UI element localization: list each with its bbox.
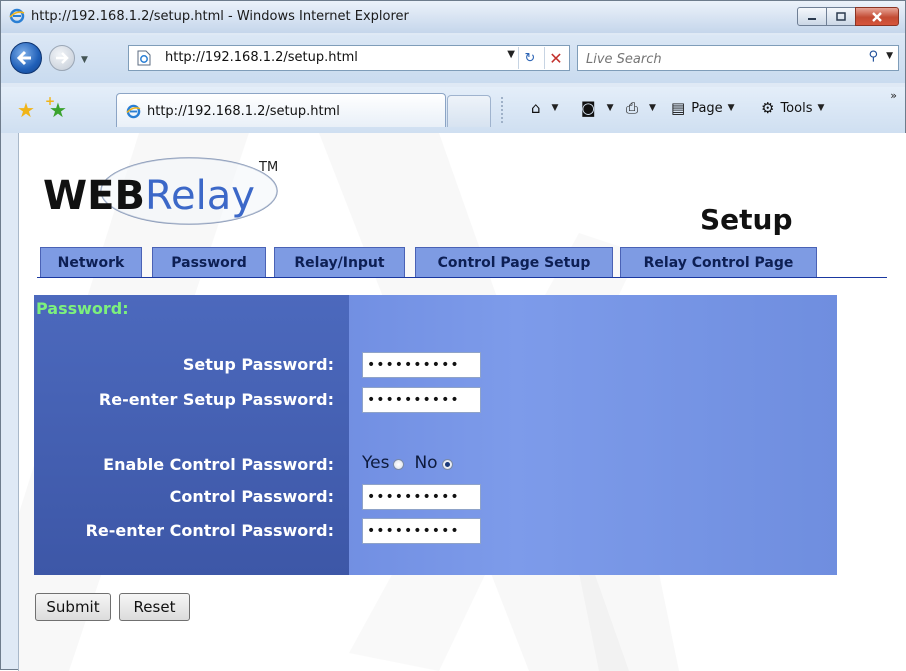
tab-relay-input[interactable]: Relay/Input xyxy=(274,247,405,277)
close-window-button[interactable] xyxy=(855,7,899,26)
feeds-dropdown-icon[interactable]: ▼ xyxy=(607,103,614,113)
print-button[interactable]: ⎙ ▼ xyxy=(626,99,656,117)
enable-control-password-label: Enable Control Password: xyxy=(103,455,334,474)
refresh-icon: ↻ xyxy=(524,50,536,66)
address-url[interactable]: http://192.168.1.2/setup.html xyxy=(165,50,358,65)
svg-text:TM: TM xyxy=(258,160,278,175)
page-menu-button[interactable]: ▤ Page ▼ xyxy=(671,99,735,117)
tab-network[interactable]: Network xyxy=(40,247,142,277)
tab-control-page-setup[interactable]: Control Page Setup xyxy=(415,247,613,277)
tab-relay-control-page[interactable]: Relay Control Page xyxy=(620,247,817,277)
submit-button[interactable]: Submit xyxy=(35,593,111,621)
forward-arrow-icon xyxy=(56,52,69,64)
enable-control-radio-group: Yes No xyxy=(362,453,463,473)
maximize-icon xyxy=(836,11,846,21)
home-dropdown-icon[interactable]: ▼ xyxy=(552,103,559,113)
control-password-field[interactable] xyxy=(362,484,481,510)
webrelay-logo: WEB Relay TM xyxy=(43,157,278,225)
setup-password-label: Setup Password: xyxy=(182,355,334,374)
toolbar-grip[interactable] xyxy=(501,97,505,123)
printer-icon: ⎙ xyxy=(626,99,639,117)
feeds-button[interactable]: ◙ ▼ xyxy=(581,99,613,117)
minimize-icon xyxy=(808,17,816,20)
enable-control-password-row: Enable Control Password: Yes No xyxy=(34,452,837,478)
tab-title: http://192.168.1.2/setup.html xyxy=(147,104,340,119)
home-button[interactable]: ⌂ ▼ xyxy=(531,99,558,117)
reenter-control-password-row: Re-enter Control Password: xyxy=(34,518,837,544)
gear-icon: ⚙ xyxy=(761,99,775,117)
tools-menu-dropdown-icon: ▼ xyxy=(817,103,825,113)
address-dropdown-icon[interactable]: ▼ xyxy=(507,49,515,60)
page-title: Setup xyxy=(700,203,793,236)
search-input[interactable] xyxy=(584,49,848,69)
control-password-row: Control Password: xyxy=(34,484,837,510)
page-menu-dropdown-icon: ▼ xyxy=(727,103,735,113)
setup-tabs: Network Password Relay/Input Control Pag… xyxy=(37,245,887,278)
setup-password-field[interactable] xyxy=(362,352,481,378)
window-title: http://192.168.1.2/setup.html - Windows … xyxy=(31,9,409,24)
forward-button[interactable] xyxy=(49,45,75,71)
search-dropdown-icon[interactable]: ▼ xyxy=(886,51,893,61)
yes-label: Yes xyxy=(362,453,390,473)
search-icon[interactable]: ⚲ xyxy=(868,49,878,64)
tools-menu-label: Tools xyxy=(780,100,813,116)
stop-button[interactable]: ✕ xyxy=(544,47,567,69)
tools-menu-button[interactable]: ⚙ Tools ▼ xyxy=(761,99,824,117)
address-bar[interactable]: http://192.168.1.2/setup.html ▼ ↻ ✕ xyxy=(128,45,570,71)
close-icon xyxy=(872,11,882,22)
no-label: No xyxy=(414,453,438,473)
stop-icon: ✕ xyxy=(549,48,563,68)
more-commands-chevron-icon[interactable]: » xyxy=(890,89,897,102)
no-radio[interactable] xyxy=(441,458,453,470)
page-menu-label: Page xyxy=(691,100,723,116)
control-password-label: Control Password: xyxy=(169,487,334,506)
back-button[interactable] xyxy=(10,42,42,74)
tab-ie-icon xyxy=(126,104,141,119)
add-favorite-icon[interactable]: + ★ xyxy=(45,94,67,122)
reenter-control-password-field[interactable] xyxy=(362,518,481,544)
favorites-star-icon[interactable]: ★ xyxy=(17,98,35,122)
back-arrow-icon xyxy=(16,50,31,66)
section-title: Password: xyxy=(36,299,129,318)
page-menu-icon: ▤ xyxy=(671,99,686,117)
reenter-setup-password-label: Re-enter Setup Password: xyxy=(98,390,334,409)
window-controls xyxy=(797,7,899,27)
page-content: WEB Relay TM Setup Network Password Rela… xyxy=(18,133,906,671)
search-box[interactable]: ⚲ ▼ xyxy=(577,45,899,71)
setup-password-row: Setup Password: xyxy=(34,352,837,378)
reenter-setup-password-field[interactable] xyxy=(362,387,481,413)
home-icon: ⌂ xyxy=(531,99,541,117)
reenter-setup-password-row: Re-enter Setup Password: xyxy=(34,387,837,413)
svg-text:WEB: WEB xyxy=(43,173,145,219)
browser-tab[interactable]: http://192.168.1.2/setup.html xyxy=(116,93,446,127)
browser-window: http://192.168.1.2/setup.html - Windows … xyxy=(0,0,906,671)
refresh-button[interactable]: ↻ xyxy=(518,47,541,69)
minimize-button[interactable] xyxy=(797,7,827,26)
feed-icon: ◙ xyxy=(581,99,596,117)
tab-password[interactable]: Password xyxy=(152,247,266,277)
page-icon xyxy=(137,50,151,66)
password-panel: Password: Setup Password: Re-enter Setup… xyxy=(34,295,837,575)
yes-radio[interactable] xyxy=(393,458,405,470)
new-tab-button[interactable] xyxy=(447,95,491,127)
title-bar: http://192.168.1.2/setup.html - Windows … xyxy=(1,1,905,33)
ie-logo-icon xyxy=(9,8,25,24)
tab-bar: ★ + ★ http://192.168.1.2/setup.html ⌂ ▼ ◙ ▼… xyxy=(1,87,905,133)
print-dropdown-icon[interactable]: ▼ xyxy=(649,103,656,113)
svg-text:Relay: Relay xyxy=(145,173,255,219)
reset-button[interactable]: Reset xyxy=(119,593,190,621)
reenter-control-password-label: Re-enter Control Password: xyxy=(85,521,334,540)
navigation-bar: ▼ http://192.168.1.2/setup.html ▼ ↻ ✕ ⚲ … xyxy=(1,35,905,83)
recent-pages-dropdown-icon[interactable]: ▼ xyxy=(81,55,88,65)
maximize-button[interactable] xyxy=(826,7,856,26)
